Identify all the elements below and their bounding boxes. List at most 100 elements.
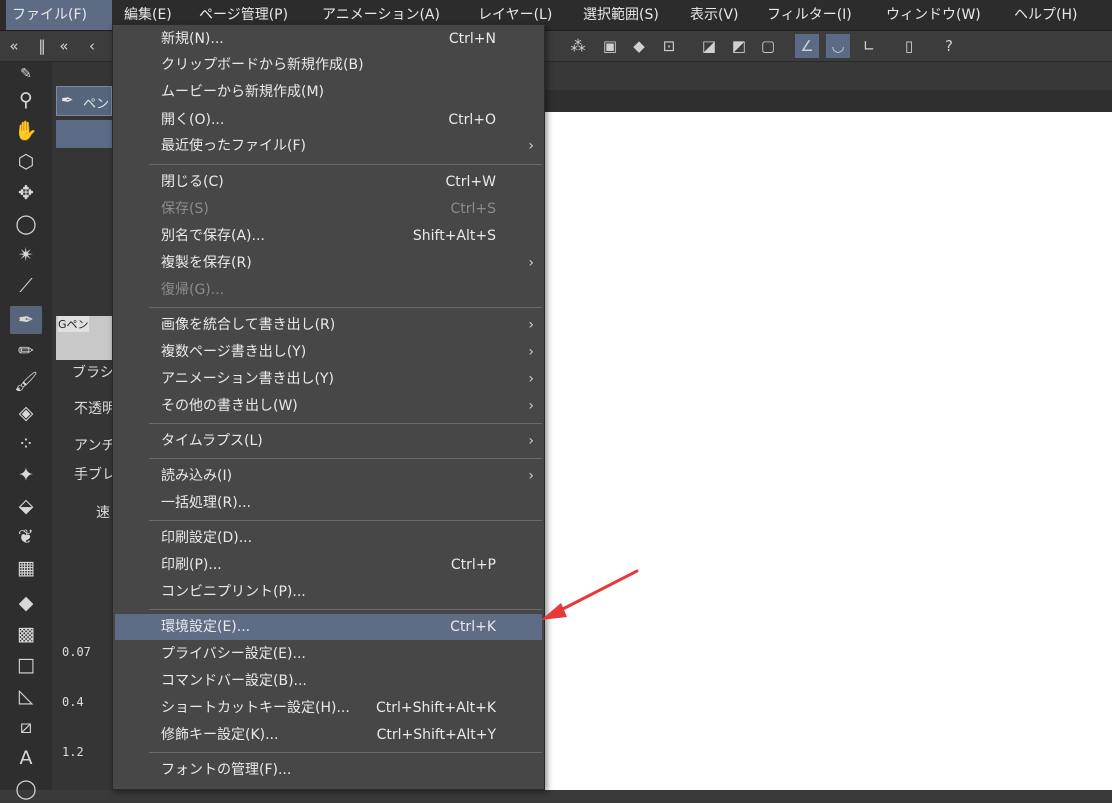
pencil-icon[interactable]: ✏ — [10, 337, 42, 365]
menu-item-new[interactable]: 新規(N)... Ctrl+N — [115, 26, 542, 52]
smartphone-icon[interactable]: ▯ — [897, 34, 921, 58]
eraser-icon[interactable]: ⬙ — [10, 492, 42, 520]
menu-help[interactable]: ヘルプ(H) — [1008, 0, 1083, 30]
gradient-icon[interactable]: ▩ — [10, 620, 42, 648]
brush-icon[interactable]: 🖌 — [10, 368, 42, 396]
menu-item-save-as[interactable]: 別名で保存(A)... Shift+Alt+S — [115, 223, 542, 249]
menu-item-shortcut-settings[interactable]: ショートカットキー設定(H)... Ctrl+Shift+Alt+K — [115, 695, 542, 721]
menu-item-revert: 復帰(G)... — [115, 277, 542, 303]
menu-item-label: 別名で保存(A)... — [161, 228, 265, 244]
menu-separator — [149, 307, 542, 308]
menu-item-print[interactable]: 印刷(P)... Ctrl+P — [115, 552, 542, 578]
menu-item-close[interactable]: 閉じる(C) Ctrl+W — [115, 169, 542, 195]
airbrush-icon[interactable]: ◈ — [10, 399, 42, 427]
menu-separator — [149, 423, 542, 424]
brush-size-label[interactable]: 1.2 — [62, 745, 84, 759]
hand-icon[interactable]: ✋ — [10, 117, 42, 145]
menu-item-new-from-movie[interactable]: ムービーから新規作成(M) — [115, 79, 542, 105]
lasso-icon[interactable]: ◯ — [10, 210, 42, 238]
menu-item-font-management[interactable]: フォントの管理(F)... — [115, 757, 542, 783]
menu-item-print-settings[interactable]: 印刷設定(D)... — [115, 525, 542, 551]
snap-off-icon[interactable]: ◪ — [697, 34, 721, 58]
menu-item-modifier-key-settings[interactable]: 修飾キー設定(K)... Ctrl+Shift+Alt+Y — [115, 722, 542, 748]
object-icon[interactable]: ⬡ — [10, 148, 42, 176]
menu-item-recent-files[interactable]: 最近使ったファイル(F) › — [115, 133, 542, 159]
submenu-arrow-icon: › — [528, 468, 534, 484]
shortcut-label: Ctrl+P — [450, 557, 496, 573]
shortcut-label: Ctrl+W — [445, 174, 496, 190]
snap-grid-icon[interactable]: ◩ — [727, 34, 751, 58]
select-tool-icon[interactable]: ⁂ — [566, 34, 590, 58]
menu-item-open[interactable]: 開く(O)... Ctrl+O — [115, 107, 542, 133]
menu-item-command-bar-settings[interactable]: コマンドバー設定(B)... — [115, 668, 542, 694]
tool-palette: ✎ ⚲ ✋ ⬡ ✥ ◯ ✴ ⟋ ✒ ✏ 🖌 ◈ ⁘ ✦ ⬙ ❦ ▦ ◆ ▩ □ … — [0, 62, 53, 800]
menu-item-batch-process[interactable]: 一括処理(R)... — [115, 490, 542, 516]
decoration-icon[interactable]: ✦ — [10, 461, 42, 489]
menu-view[interactable]: 表示(V) — [684, 0, 745, 30]
fill-icon[interactable]: ◆ — [10, 589, 42, 617]
selection-area-icon[interactable]: ▣ — [598, 34, 622, 58]
menu-item-label: その他の書き出し(W) — [161, 398, 298, 414]
special-ruler-snap-icon[interactable]: ◡ — [826, 34, 850, 58]
brush-size-label[interactable]: 0.07 — [62, 645, 91, 659]
pen-tool-icon[interactable]: ✒ — [10, 306, 42, 334]
snap-frame-icon[interactable]: ▢ — [756, 34, 780, 58]
spray-icon[interactable]: ⁘ — [10, 430, 42, 458]
menu-item-label: 印刷(P)... — [161, 557, 222, 573]
brush-preview-box: Gペン — [56, 316, 112, 360]
menu-item-label: 一括処理(R)... — [161, 495, 252, 511]
menu-item-other-export[interactable]: その他の書き出し(W) › — [115, 393, 542, 419]
move-icon[interactable]: ✥ — [10, 179, 42, 207]
zoom-icon[interactable]: ⚲ — [10, 86, 42, 114]
menu-separator — [149, 752, 542, 753]
drawing-canvas[interactable] — [545, 112, 1112, 790]
balloon-icon[interactable]: ◯ — [10, 775, 42, 803]
shortcut-label: Ctrl+Shift+Alt+Y — [376, 727, 496, 743]
collapse-left-icon[interactable]: « — [2, 34, 26, 58]
auto-select-icon[interactable]: ✴ — [10, 241, 42, 269]
shortcut-label: Ctrl+Shift+Alt+K — [375, 700, 496, 716]
sub-tool-pen-tab[interactable]: ✒ ペン — [56, 86, 112, 116]
menu-item-export-merged[interactable]: 画像を統合して書き出し(R) › — [115, 312, 542, 338]
grid-snap-icon[interactable]: ∟ — [857, 34, 881, 58]
menu-item-import[interactable]: 読み込み(I) › — [115, 463, 542, 489]
brush-preview-selected[interactable] — [56, 120, 112, 148]
blend-icon[interactable]: ❦ — [10, 523, 42, 551]
menu-item-convenience-print[interactable]: コンビニプリント(P)... — [115, 579, 542, 605]
eyedropper-icon[interactable]: ⟋ — [10, 272, 42, 300]
help-icon[interactable]: ? — [937, 34, 961, 58]
menu-item-export-animation[interactable]: アニメーション書き出し(Y) › — [115, 366, 542, 392]
panel-grip-icon: ‖ — [38, 37, 46, 55]
submenu-arrow-icon: › — [528, 433, 534, 449]
menu-selection[interactable]: 選択範囲(S) — [577, 0, 665, 30]
sub-tool-panel: ✒ ペン Gペン ブラシ 不透明 アンチ 手ブレ 速 0.07 0.4 1.2 — [52, 62, 116, 790]
menu-file[interactable]: ファイル(F) — [6, 0, 112, 30]
submenu-arrow-icon: › — [528, 317, 534, 333]
menu-item-label: ショートカットキー設定(H)... — [161, 700, 350, 716]
figure-icon[interactable]: □ — [10, 651, 42, 679]
text-icon[interactable]: A — [10, 744, 42, 772]
menu-item-label: 環境設定(E)... — [161, 619, 251, 635]
fill-bucket-icon[interactable]: ◆ — [627, 34, 651, 58]
transform-icon[interactable]: ⊡ — [657, 34, 681, 58]
perspective-icon[interactable]: ⧄ — [10, 713, 42, 741]
menu-item-label: 印刷設定(D)... — [161, 530, 253, 546]
brush-size-label[interactable]: 0.4 — [62, 695, 84, 709]
menu-filter[interactable]: フィルター(I) — [761, 0, 858, 30]
collapse-icon[interactable]: « — [52, 34, 76, 58]
menu-item-privacy-settings[interactable]: プライバシー設定(E)... — [115, 641, 542, 667]
menu-item-preferences[interactable]: 環境設定(E)... Ctrl+K — [115, 614, 542, 640]
menu-item-save-duplicate[interactable]: 複製を保存(R) › — [115, 250, 542, 276]
ruler-icon[interactable]: ◺ — [10, 682, 42, 710]
frame-border-icon[interactable]: ▦ — [10, 554, 42, 582]
submenu-arrow-icon: › — [528, 138, 534, 154]
menu-item-timelapse[interactable]: タイムラプス(L) › — [115, 428, 542, 454]
chevron-left-icon[interactable]: ‹ — [80, 34, 104, 58]
menu-window[interactable]: ウィンドウ(W) — [880, 0, 987, 30]
file-menu-dropdown: 新規(N)... Ctrl+N クリップボードから新規作成(B) ムービーから新規… — [112, 24, 545, 790]
menu-item-export-multiple-pages[interactable]: 複数ページ書き出し(Y) › — [115, 339, 542, 365]
menu-item-new-from-clipboard[interactable]: クリップボードから新規作成(B) — [115, 52, 542, 78]
canvas-ruler-area — [545, 90, 1112, 112]
menu-item-label: 新規(N)... — [161, 31, 224, 47]
ruler-snap-icon[interactable]: ∠ — [795, 34, 819, 58]
